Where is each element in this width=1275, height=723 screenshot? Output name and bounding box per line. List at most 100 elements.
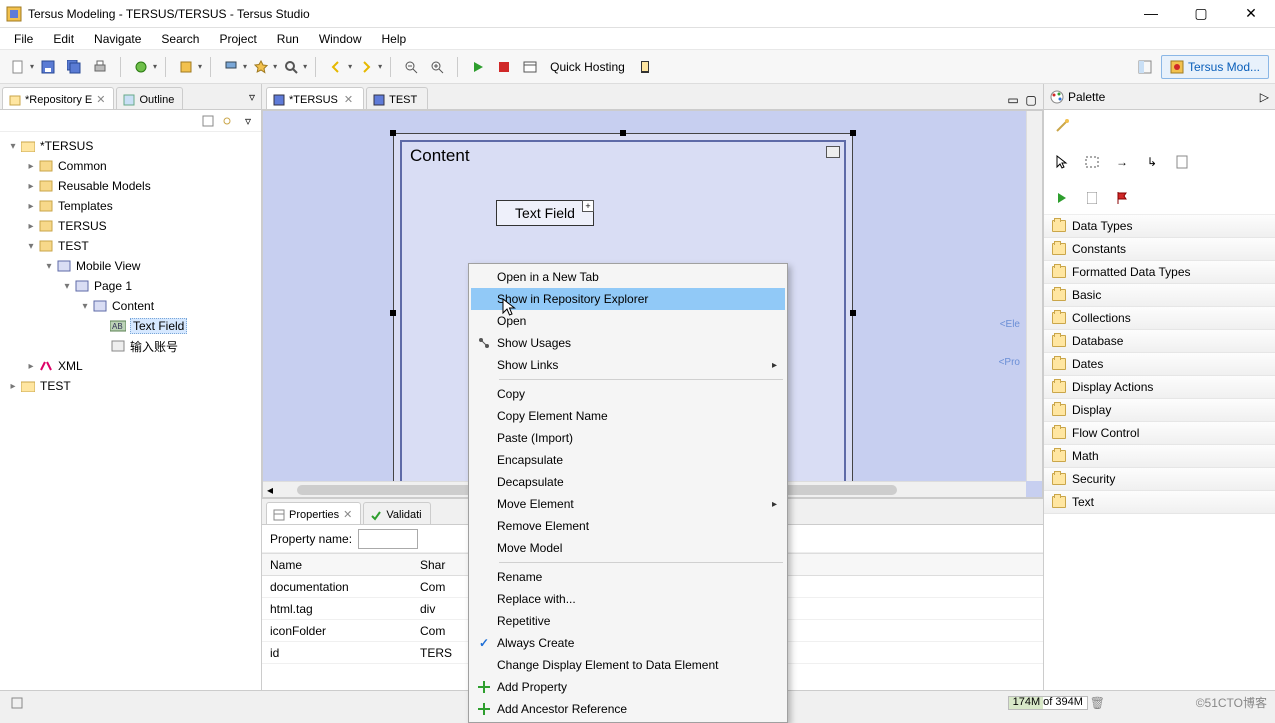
note-tool-icon[interactable] <box>1170 150 1194 174</box>
palette-list[interactable]: Data Types Constants Formatted Data Type… <box>1044 215 1275 690</box>
perspective-tersus[interactable]: Tersus Mod... <box>1161 55 1269 79</box>
ctx-show-in-repository-explorer[interactable]: Show in Repository Explorer <box>471 288 785 310</box>
zoom-in-button[interactable] <box>425 55 449 79</box>
ctx-decapsulate[interactable]: Decapsulate <box>471 471 785 493</box>
menu-file[interactable]: File <box>6 30 41 48</box>
palette-item-basic[interactable]: Basic <box>1044 284 1275 307</box>
ctx-add-ancestor-reference[interactable]: Add Ancestor Reference <box>471 698 785 720</box>
minimize-box-icon[interactable] <box>826 146 840 158</box>
quick-hosting-button[interactable]: Quick Hosting <box>544 60 631 74</box>
menu-edit[interactable]: Edit <box>45 30 82 48</box>
wizard-button[interactable] <box>249 55 273 79</box>
close-icon[interactable]: ✕ <box>344 93 353 106</box>
zoom-out-button[interactable] <box>399 55 423 79</box>
tab-outline[interactable]: Outline <box>116 87 183 109</box>
search-button[interactable] <box>279 55 303 79</box>
status-icon[interactable] <box>8 691 26 715</box>
open-perspective-button[interactable] <box>1133 55 1157 79</box>
view-dropdown-icon[interactable]: ▿ <box>239 109 257 133</box>
ctx-replace-with-[interactable]: Replace with... <box>471 588 785 610</box>
ctx-rename[interactable]: Rename <box>471 566 785 588</box>
menu-navigate[interactable]: Navigate <box>86 30 149 48</box>
palette-item-dates[interactable]: Dates <box>1044 353 1275 376</box>
collapse-all-icon[interactable] <box>199 109 217 133</box>
ctx-always-create[interactable]: ✓Always Create <box>471 632 785 654</box>
ctx-move-model[interactable]: Move Model <box>471 537 785 559</box>
ctx-copy[interactable]: Copy <box>471 383 785 405</box>
tree-content[interactable]: Content <box>112 299 154 313</box>
palette-item-constants[interactable]: Constants <box>1044 238 1275 261</box>
run-button[interactable] <box>466 55 490 79</box>
ctx-copy-element-name[interactable]: Copy Element Name <box>471 405 785 427</box>
tree-test[interactable]: TEST <box>58 239 89 253</box>
repository-tree[interactable]: ▾*TERSUS ▸Common ▸Reusable Models ▸Templ… <box>0 132 261 690</box>
connector-tool-icon[interactable]: ↳ <box>1140 150 1164 174</box>
palette-item-collections[interactable]: Collections <box>1044 307 1275 330</box>
window-minimize-button[interactable]: — <box>1133 5 1169 22</box>
new-button[interactable] <box>6 55 30 79</box>
trash-icon[interactable]: 🗑 <box>1090 696 1105 710</box>
editor-tab-test[interactable]: TEST <box>366 87 428 109</box>
ctx-add-property[interactable]: Add Property <box>471 676 785 698</box>
save-button[interactable] <box>36 55 60 79</box>
menu-window[interactable]: Window <box>311 30 370 48</box>
external-tools-button[interactable] <box>174 55 198 79</box>
tree-common[interactable]: Common <box>58 159 107 173</box>
maximize-view-icon[interactable]: ▢ <box>1023 88 1039 112</box>
ctx-open-in-a-new-tab[interactable]: Open in a New Tab <box>471 266 785 288</box>
page-tool-icon[interactable] <box>1080 186 1104 210</box>
ctx-paste-import-[interactable]: Paste (Import) <box>471 427 785 449</box>
wand-icon[interactable] <box>1050 114 1074 138</box>
marquee-tool-icon[interactable] <box>1080 150 1104 174</box>
menu-search[interactable]: Search <box>153 30 207 48</box>
palette-item-database[interactable]: Database <box>1044 330 1275 353</box>
ctx-open[interactable]: Open <box>471 310 785 332</box>
window-close-button[interactable]: ✕ <box>1233 5 1269 22</box>
link-editor-icon[interactable] <box>219 109 237 133</box>
palette-item-text[interactable]: Text <box>1044 491 1275 514</box>
tree-xml[interactable]: XML <box>58 359 83 373</box>
palette-item-math[interactable]: Math <box>1044 445 1275 468</box>
nav-back-button[interactable] <box>324 55 348 79</box>
window-maximize-button[interactable]: ▢ <box>1183 5 1219 22</box>
tab-repository-explorer[interactable]: *Repository E ✕ <box>2 87 114 109</box>
close-icon[interactable]: ✕ <box>343 508 352 521</box>
tree-root[interactable]: *TERSUS <box>40 139 93 153</box>
tree-reusable[interactable]: Reusable Models <box>58 179 151 193</box>
palette-item-display[interactable]: Display <box>1044 399 1275 422</box>
tree-input-account[interactable]: 输入账号 <box>130 338 178 355</box>
tab-properties[interactable]: Properties ✕ <box>266 502 361 524</box>
ctx-move-element[interactable]: Move Element▸ <box>471 493 785 515</box>
palette-item-security[interactable]: Security <box>1044 468 1275 491</box>
config-button[interactable] <box>219 55 243 79</box>
tab-validation[interactable]: Validati <box>363 502 430 524</box>
property-name-input[interactable] <box>358 529 418 549</box>
ctx-change-display-element-to-data-element[interactable]: Change Display Element to Data Element <box>471 654 785 676</box>
print-button[interactable] <box>88 55 112 79</box>
palette-collapse-icon[interactable]: ▷ <box>1260 90 1269 104</box>
palette-item-flow-control[interactable]: Flow Control <box>1044 422 1275 445</box>
palette-item-data-types[interactable]: Data Types <box>1044 215 1275 238</box>
plus-icon[interactable]: + <box>582 200 594 212</box>
console-button[interactable] <box>518 55 542 79</box>
ctx-show-usages[interactable]: Show Usages <box>471 332 785 354</box>
nav-forward-button[interactable] <box>354 55 378 79</box>
stop-button[interactable] <box>492 55 516 79</box>
ctx-repetitive[interactable]: Repetitive <box>471 610 785 632</box>
arrow-tool-icon[interactable]: → <box>1110 150 1134 174</box>
save-all-button[interactable] <box>62 55 86 79</box>
tree-tersus[interactable]: TERSUS <box>58 219 107 233</box>
menu-help[interactable]: Help <box>374 30 415 48</box>
debug-button[interactable] <box>129 55 153 79</box>
text-field-element[interactable]: Text Field + <box>496 200 594 226</box>
palette-item-formatted[interactable]: Formatted Data Types <box>1044 261 1275 284</box>
menu-run[interactable]: Run <box>269 30 307 48</box>
select-tool-icon[interactable] <box>1050 150 1074 174</box>
tree-page1[interactable]: Page 1 <box>94 279 132 293</box>
editor-tab-tersus[interactable]: *TERSUS ✕ <box>266 87 364 109</box>
close-icon[interactable]: ✕ <box>96 93 105 106</box>
run-tool-icon[interactable] <box>1050 186 1074 210</box>
vertical-scrollbar[interactable] <box>1026 111 1042 481</box>
ctx-encapsulate[interactable]: Encapsulate <box>471 449 785 471</box>
tree-mobile-view[interactable]: Mobile View <box>76 259 140 273</box>
